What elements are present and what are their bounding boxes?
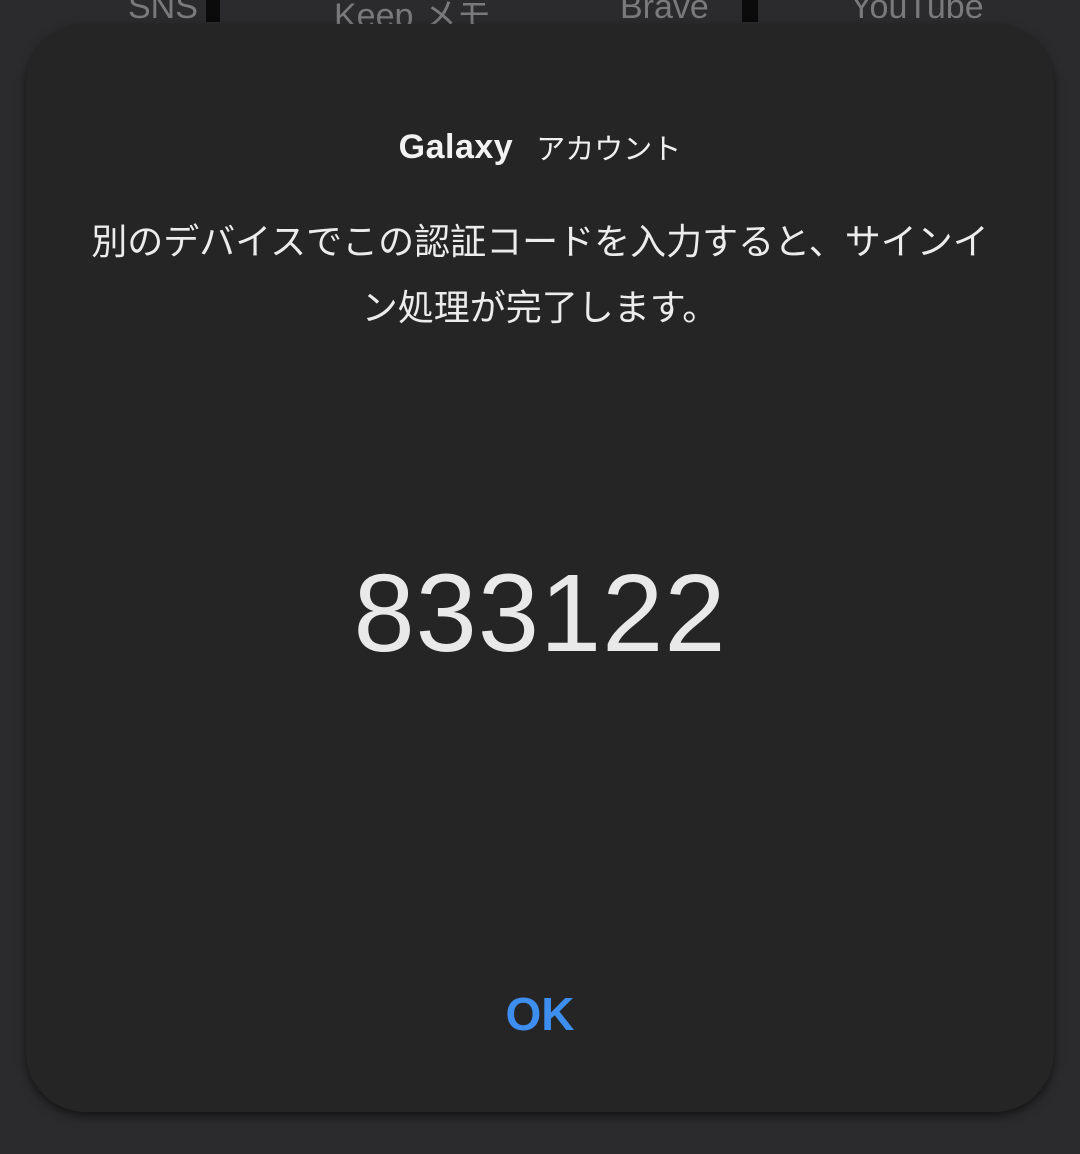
- instruction-message: 別のデバイスでこの認証コードを入力すると、サインイン処理が完了します。: [91, 222, 989, 329]
- app-label-brave[interactable]: Brave: [620, 0, 709, 27]
- verification-code-dialog: Galaxy アカウント 別のデバイスでこの認証コードを入力すると、サインイン処…: [26, 24, 1054, 1112]
- app-icon-fragment: [206, 0, 220, 22]
- app-label-youtube[interactable]: YouTube: [850, 0, 984, 27]
- galaxy-logo: Galaxy: [398, 127, 514, 166]
- app-icon-fragment: [742, 0, 758, 22]
- verification-code: 833122: [353, 552, 727, 675]
- account-label: アカウント: [536, 132, 682, 166]
- ok-button[interactable]: OK: [440, 972, 640, 1056]
- dialog-header: Galaxy アカウント: [26, 126, 1054, 168]
- app-label-sns[interactable]: SNS: [128, 0, 198, 27]
